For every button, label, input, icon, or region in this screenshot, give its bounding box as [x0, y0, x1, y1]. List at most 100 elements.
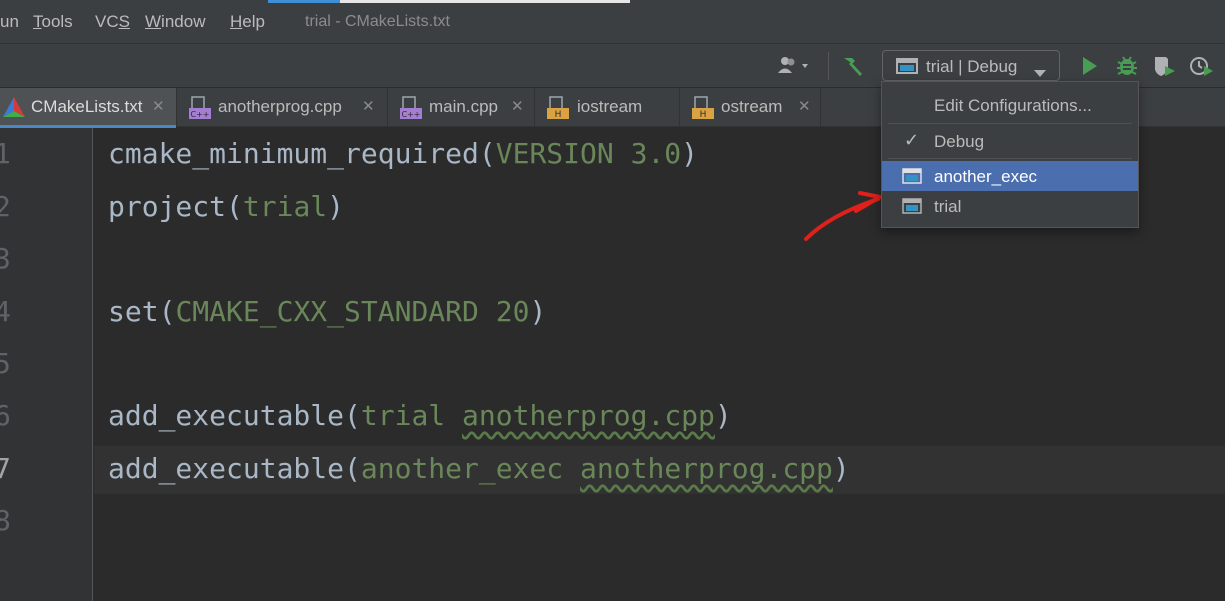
- cpp-file-icon: C++: [399, 96, 423, 125]
- line-number: 2: [0, 190, 11, 223]
- menu-window-mnemonic: W: [145, 12, 162, 31]
- code-line-4: set(CMAKE_CXX_STANDARD 20): [108, 295, 546, 328]
- build-hammer-icon[interactable]: [840, 54, 864, 78]
- popup-divider: [888, 158, 1132, 159]
- code-argument-warning: anotherprog.cpp: [580, 452, 833, 485]
- checkmark-icon: ✓: [904, 130, 920, 150]
- code-paren: ): [681, 137, 699, 170]
- target-label: another_exec: [934, 167, 1038, 186]
- line-number: 4: [0, 295, 11, 328]
- code-argument: VERSION 3.0: [495, 137, 682, 170]
- close-icon[interactable]: ✕: [362, 97, 375, 115]
- line-number-current: 7: [0, 452, 11, 485]
- window-title: trial - CMakeLists.txt: [305, 13, 450, 30]
- code-argument: trial: [360, 399, 463, 432]
- debug-bug-icon[interactable]: [1114, 54, 1138, 78]
- code-argument: CMAKE_CXX_STANDARD 20: [175, 295, 530, 328]
- code-line-6: add_executable(trial anotherprog.cpp): [108, 399, 732, 432]
- line-number-gutter: 1 2 3 4 5 6 7 8: [0, 128, 93, 601]
- tab-label: anotherprog.cpp: [218, 97, 342, 116]
- menu-tools-mnemonic: T: [33, 12, 42, 31]
- run-configuration-selector[interactable]: trial | Debug: [882, 50, 1060, 81]
- menu-tools[interactable]: Tools: [33, 12, 73, 32]
- code-line-7: add_executable(another_exec anotherprog.…: [108, 452, 850, 485]
- code-line-2: project(trial): [108, 190, 344, 223]
- menu-help[interactable]: Help: [230, 12, 265, 32]
- tab-label: main.cpp: [429, 97, 498, 116]
- target-label: trial: [934, 197, 962, 216]
- svg-text:C++: C++: [402, 110, 421, 119]
- code-function: add_executable: [108, 452, 345, 485]
- app-window-icon: [896, 58, 918, 79]
- svg-text:H: H: [700, 110, 707, 120]
- close-icon[interactable]: ✕: [511, 97, 524, 115]
- tab-anotherprog-cpp[interactable]: C++ anotherprog.cpp ✕: [178, 88, 388, 127]
- tab-label: ostream: [721, 97, 783, 116]
- menu-bar: un Tools VCS Window Help trial - CMakeLi…: [0, 0, 1225, 44]
- build-type-label: Debug: [934, 132, 985, 151]
- code-function: cmake_minimum_required: [108, 137, 479, 170]
- line-number: 8: [0, 504, 11, 537]
- popup-divider: [888, 123, 1132, 124]
- tab-label: iostream: [577, 97, 643, 116]
- menu-vcs[interactable]: VCS: [95, 12, 130, 32]
- menu-help-mnemonic: H: [230, 12, 243, 31]
- line-number: 3: [0, 242, 11, 275]
- code-argument-warning: anotherprog.cpp: [462, 399, 715, 432]
- code-paren: ): [714, 399, 732, 432]
- edit-configurations-item[interactable]: Edit Configurations...: [882, 90, 1138, 120]
- code-paren: (: [478, 137, 496, 170]
- tab-label: CMakeLists.txt: [31, 97, 143, 116]
- window-accent-bar: [340, 0, 630, 3]
- tab-cmakelists[interactable]: CMakeLists.txt ✕: [0, 88, 177, 128]
- menu-vcs-mnemonic: S: [118, 12, 130, 31]
- user-icon[interactable]: [776, 54, 808, 78]
- code-paren: ): [832, 452, 850, 485]
- code-paren: ): [327, 190, 345, 223]
- menu-help-rest: elp: [242, 12, 265, 31]
- code-line-1: cmake_minimum_required(VERSION 3.0): [108, 137, 698, 170]
- code-function: add_executable: [108, 399, 345, 432]
- app-window-icon: [902, 168, 922, 189]
- line-number: 5: [0, 347, 11, 380]
- menu-window-rest: indow: [161, 12, 206, 31]
- build-type-debug-item[interactable]: ✓ Debug: [882, 126, 1138, 156]
- code-paren: ): [529, 295, 547, 328]
- window-accent-bar: [268, 0, 340, 3]
- menu-vcs-rest: VC: [95, 12, 119, 31]
- tab-ostream[interactable]: H ostream ✕: [681, 88, 821, 127]
- target-another-exec-item[interactable]: another_exec: [882, 161, 1138, 191]
- menu-run[interactable]: un: [0, 12, 19, 32]
- line-number: 1: [0, 137, 11, 170]
- red-annotation-arrow: [804, 191, 882, 241]
- cpp-file-icon: C++: [188, 96, 212, 125]
- run-configuration-label: trial | Debug: [926, 57, 1018, 76]
- app-window-icon: [902, 198, 922, 219]
- ide-window: un Tools VCS Window Help trial - CMakeLi…: [0, 0, 1225, 601]
- tab-iostream[interactable]: H iostream: [536, 88, 680, 127]
- close-icon[interactable]: ✕: [152, 97, 165, 115]
- code-paren: (: [158, 295, 176, 328]
- menu-window[interactable]: Window: [145, 12, 205, 32]
- header-file-icon: H: [546, 96, 570, 125]
- code-argument: another_exec: [360, 452, 581, 485]
- code-paren: (: [344, 399, 361, 432]
- run-configuration-popup: Edit Configurations... ✓ Debug another_e…: [881, 81, 1139, 228]
- chevron-down-icon: [1034, 63, 1046, 83]
- menu-tools-rest: ools: [41, 12, 73, 31]
- header-file-icon: H: [691, 96, 715, 125]
- tab-main-cpp[interactable]: C++ main.cpp ✕: [389, 88, 535, 127]
- code-paren: (: [344, 452, 361, 485]
- profile-icon[interactable]: [1188, 54, 1213, 78]
- coverage-icon[interactable]: [1151, 54, 1175, 78]
- toolbar-separator: [828, 52, 829, 80]
- cmake-icon: [2, 96, 26, 123]
- close-icon[interactable]: ✕: [798, 97, 811, 115]
- code-function: project: [108, 190, 227, 223]
- edit-configurations-label: Edit Configurations...: [934, 96, 1092, 115]
- target-trial-item[interactable]: trial: [882, 191, 1138, 221]
- line-number: 6: [0, 399, 11, 432]
- run-icon[interactable]: [1078, 54, 1102, 78]
- svg-text:C++: C++: [191, 110, 210, 119]
- svg-text:H: H: [555, 110, 562, 120]
